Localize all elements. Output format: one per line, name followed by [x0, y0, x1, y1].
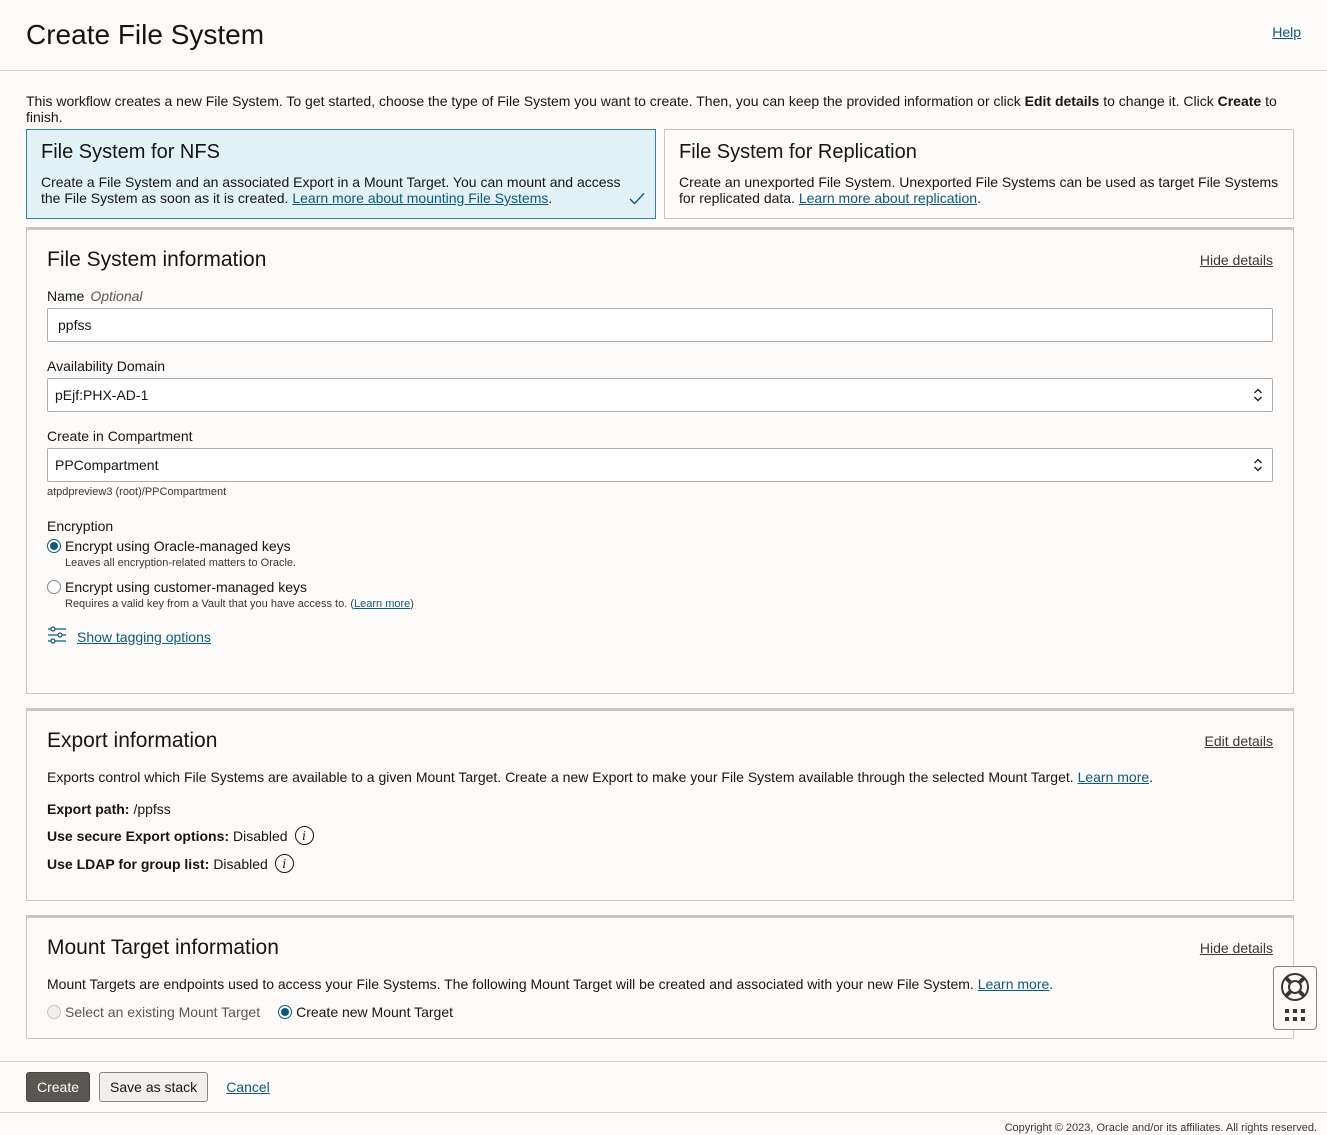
fs-info-panel: File System information Hide details Nam… — [26, 227, 1294, 694]
help-widget[interactable] — [1273, 966, 1317, 1030]
export-edit-details-link[interactable]: Edit details — [1205, 733, 1273, 749]
copyright-text: Copyright © 2023, Oracle and/or its affi… — [1004, 1122, 1317, 1134]
ldap-label: Use LDAP for group list: — [47, 855, 210, 872]
mount-target-header: Mount Target information Hide details — [47, 936, 1273, 960]
show-tagging-options-link[interactable]: Show tagging options — [77, 629, 211, 645]
intro-edit-details: Edit details — [1024, 93, 1100, 109]
export-path-value: /ppfss — [133, 801, 171, 817]
enc-customer-help-end: ) — [410, 598, 414, 610]
tag-options-icon — [47, 626, 67, 647]
card-replication-desc-suffix: . — [977, 190, 981, 206]
grid-dots-icon[interactable] — [1284, 1008, 1306, 1025]
card-nfs[interactable]: File System for NFS Create a File System… — [26, 129, 656, 219]
export-learn-more-link[interactable]: Learn more — [1078, 769, 1150, 785]
enc-customer-option[interactable]: Encrypt using customer-managed keys — [47, 579, 1273, 595]
card-replication-learn-more-link[interactable]: Learn more about replication — [799, 190, 977, 206]
help-link[interactable]: Help — [1272, 24, 1301, 40]
enc-oracle-radio[interactable] — [47, 539, 61, 553]
card-replication-title: File System for Replication — [679, 141, 917, 163]
name-label: Name Optional — [47, 288, 1273, 304]
compartment-select[interactable]: PPCompartment — [47, 448, 1273, 482]
export-path-label: Export path: — [47, 801, 130, 817]
mount-target-options: Select an existing Mount Target Create n… — [47, 1004, 1273, 1020]
mount-target-hide-details-link[interactable]: Hide details — [1200, 940, 1273, 956]
secure-export-value: Disabled — [233, 827, 288, 844]
mount-new-label: Create new Mount Target — [296, 1004, 454, 1020]
secure-export-label: Use secure Export options: — [47, 827, 230, 844]
export-desc-text: Exports control which File Systems are a… — [47, 769, 1078, 785]
name-optional-tag: Optional — [90, 288, 143, 304]
card-nfs-title: File System for NFS — [41, 141, 220, 163]
enc-oracle-label: Encrypt using Oracle-managed keys — [65, 538, 291, 554]
checkmark-icon — [629, 192, 645, 208]
secure-export-row: Use secure Export options: Disabled i — [47, 826, 1273, 845]
fs-type-cards: File System for NFS Create a File System… — [26, 129, 1294, 219]
mount-existing-option[interactable]: Select an existing Mount Target — [47, 1004, 260, 1020]
info-icon[interactable]: i — [274, 854, 294, 873]
intro-part-2: to change it. Click — [1099, 93, 1218, 109]
mount-target-panel: Mount Target information Hide details Mo… — [26, 915, 1294, 1039]
fs-info-hide-details-link[interactable]: Hide details — [1200, 252, 1273, 268]
tagging-options-row[interactable]: Show tagging options — [47, 626, 1273, 647]
mount-existing-radio[interactable] — [47, 1005, 61, 1019]
card-nfs-learn-more-link[interactable]: Learn more about mounting File Systems — [292, 190, 548, 206]
mount-desc-text: Mount Targets are endpoints used to acce… — [47, 976, 978, 992]
save-as-stack-button[interactable]: Save as stack — [99, 1072, 209, 1102]
mount-desc-suffix: . — [1049, 976, 1054, 992]
export-desc-suffix: . — [1149, 769, 1154, 785]
create-button[interactable]: Create — [26, 1072, 91, 1102]
ldap-value: Disabled — [213, 855, 268, 872]
availability-domain-value: pEjf:PHX-AD-1 — [55, 387, 149, 403]
enc-oracle-option[interactable]: Encrypt using Oracle-managed keys — [47, 538, 1273, 554]
compartment-value: PPCompartment — [55, 457, 159, 473]
main-content: This workflow creates a new File System.… — [0, 71, 1327, 1061]
name-input-value: ppfss — [58, 317, 92, 333]
intro-create: Create — [1217, 93, 1262, 109]
page-title: Create File System — [26, 19, 265, 50]
enc-customer-radio[interactable] — [47, 580, 61, 594]
export-info-header: Export information Edit details — [47, 729, 1273, 753]
info-icon[interactable]: i — [294, 826, 314, 845]
mount-target-description: Mount Targets are endpoints used to acce… — [47, 976, 1273, 992]
footer-action-bar: Create Save as stack Cancel — [0, 1061, 1327, 1113]
encryption-label: Encryption — [47, 518, 114, 534]
fs-info-title: File System information — [47, 248, 267, 271]
export-path-row: Export path: /ppfss — [47, 801, 1273, 817]
intro-text: This workflow creates a new File System.… — [26, 93, 1294, 125]
mount-learn-more-link[interactable]: Learn more — [978, 976, 1050, 992]
page-header: Create File System Help — [0, 0, 1327, 71]
cancel-link[interactable]: Cancel — [226, 1079, 270, 1095]
mount-new-option[interactable]: Create new Mount Target — [278, 1004, 453, 1020]
compartment-path: atpdpreview3 (root)/PPCompartment — [47, 486, 227, 498]
card-nfs-desc-suffix: . — [548, 190, 553, 206]
card-nfs-desc: Create a File System and an associated E… — [41, 174, 641, 206]
availability-domain-select[interactable]: pEjf:PHX-AD-1 — [47, 378, 1273, 412]
enc-oracle-help: Leaves all encryption-related matters to… — [65, 557, 297, 569]
enc-customer-help: Requires a valid key from a Vault that y… — [65, 598, 1273, 610]
mount-new-radio[interactable] — [278, 1005, 293, 1019]
ldap-row: Use LDAP for group list: Disabled i — [47, 854, 1273, 873]
card-replication[interactable]: File System for Replication Create an un… — [664, 129, 1294, 219]
enc-customer-learn-more-link[interactable]: Learn more — [354, 598, 410, 610]
enc-customer-label: Encrypt using customer-managed keys — [65, 579, 307, 595]
updown-chevron-icon — [1253, 457, 1263, 476]
card-replication-desc: Create an unexported File System. Unexpo… — [679, 174, 1279, 206]
export-info-panel: Export information Edit details Exports … — [26, 708, 1294, 901]
availability-domain-label: Availability Domain — [47, 358, 166, 374]
compartment-label: Create in Compartment — [47, 428, 193, 444]
mount-existing-label: Select an existing Mount Target — [65, 1004, 261, 1020]
name-input[interactable]: ppfss — [47, 308, 1273, 342]
mount-target-title: Mount Target information — [47, 936, 279, 959]
export-info-title: Export information — [47, 729, 218, 752]
enc-customer-help-text: Requires a valid key from a Vault that y… — [65, 598, 354, 610]
fs-info-header: File System information Hide details — [47, 248, 1273, 272]
export-description: Exports control which File Systems are a… — [47, 769, 1273, 785]
updown-chevron-icon — [1253, 387, 1263, 406]
intro-part-1: This workflow creates a new File System.… — [26, 93, 1025, 109]
lifebuoy-icon[interactable] — [1280, 972, 1310, 1005]
name-label-text: Name — [47, 288, 85, 304]
